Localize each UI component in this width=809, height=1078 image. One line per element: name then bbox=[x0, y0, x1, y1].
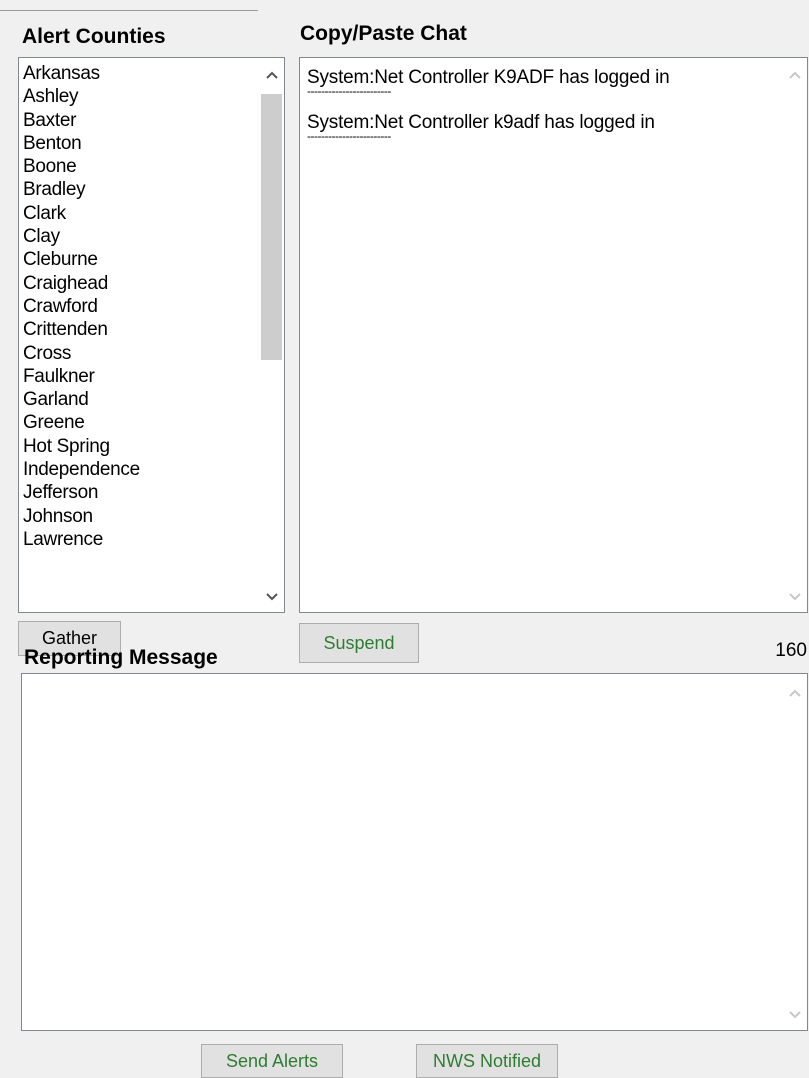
county-list-item[interactable]: Johnson bbox=[23, 505, 256, 528]
county-list: Arkansas Ashley Baxter Benton Boone Bradley Cl… bbox=[23, 62, 256, 551]
scroll-track[interactable] bbox=[261, 90, 282, 580]
suspend-button[interactable]: Suspend bbox=[299, 623, 419, 663]
reporting-message-textarea[interactable] bbox=[21, 673, 808, 1031]
scroll-down-icon[interactable] bbox=[782, 586, 807, 608]
reporting-message-heading: Reporting Message bbox=[24, 646, 218, 669]
top-divider bbox=[0, 10, 258, 11]
character-count: 160 bbox=[775, 640, 807, 661]
county-list-item[interactable]: Independence bbox=[23, 458, 256, 481]
alert-counties-heading: Alert Counties bbox=[22, 25, 166, 48]
chat-scrollbar[interactable] bbox=[782, 58, 807, 612]
send-alerts-button[interactable]: Send Alerts bbox=[201, 1044, 343, 1078]
chat-textbox[interactable]: System:Net Controller K9ADF has logged i… bbox=[299, 57, 808, 613]
county-list-item[interactable]: Crittenden bbox=[23, 318, 256, 341]
county-list-item[interactable]: Cleburne bbox=[23, 248, 256, 271]
county-list-item[interactable]: Arkansas bbox=[23, 62, 256, 85]
scroll-down-icon[interactable] bbox=[259, 586, 284, 608]
county-list-item[interactable]: Jefferson bbox=[23, 481, 256, 504]
county-list-item[interactable]: Faulkner bbox=[23, 365, 256, 388]
county-list-item[interactable]: Crawford bbox=[23, 295, 256, 318]
county-list-item[interactable]: Boone bbox=[23, 155, 256, 178]
county-list-item[interactable]: Baxter bbox=[23, 109, 256, 132]
reporting-scrollbar[interactable] bbox=[782, 674, 807, 1030]
county-list-item[interactable]: Hot Spring bbox=[23, 435, 256, 458]
county-list-item[interactable]: Craighead bbox=[23, 272, 256, 295]
county-list-item[interactable]: Benton bbox=[23, 132, 256, 155]
county-list-item[interactable]: Cross bbox=[23, 342, 256, 365]
scroll-up-icon[interactable] bbox=[782, 682, 807, 704]
nws-notified-button[interactable]: NWS Notified bbox=[416, 1044, 558, 1078]
scroll-thumb[interactable] bbox=[261, 94, 282, 360]
counties-scrollbar[interactable] bbox=[259, 58, 284, 612]
scroll-down-icon[interactable] bbox=[782, 1004, 807, 1026]
county-list-item[interactable]: Clay bbox=[23, 225, 256, 248]
county-list-item[interactable]: Ashley bbox=[23, 85, 256, 108]
chat-heading: Copy/Paste Chat bbox=[300, 22, 467, 45]
county-list-item[interactable]: Greene bbox=[23, 411, 256, 434]
county-list-item[interactable]: Bradley bbox=[23, 178, 256, 201]
county-list-item[interactable]: Lawrence bbox=[23, 528, 256, 551]
scroll-up-icon[interactable] bbox=[259, 64, 284, 86]
county-list-item[interactable]: Clark bbox=[23, 202, 256, 225]
scroll-up-icon[interactable] bbox=[782, 64, 807, 86]
chat-messages: System:Net Controller K9ADF has logged i… bbox=[307, 66, 777, 156]
county-list-item[interactable]: Garland bbox=[23, 388, 256, 411]
alert-counties-listbox[interactable]: Arkansas Ashley Baxter Benton Boone Bradley Cl… bbox=[18, 57, 285, 613]
